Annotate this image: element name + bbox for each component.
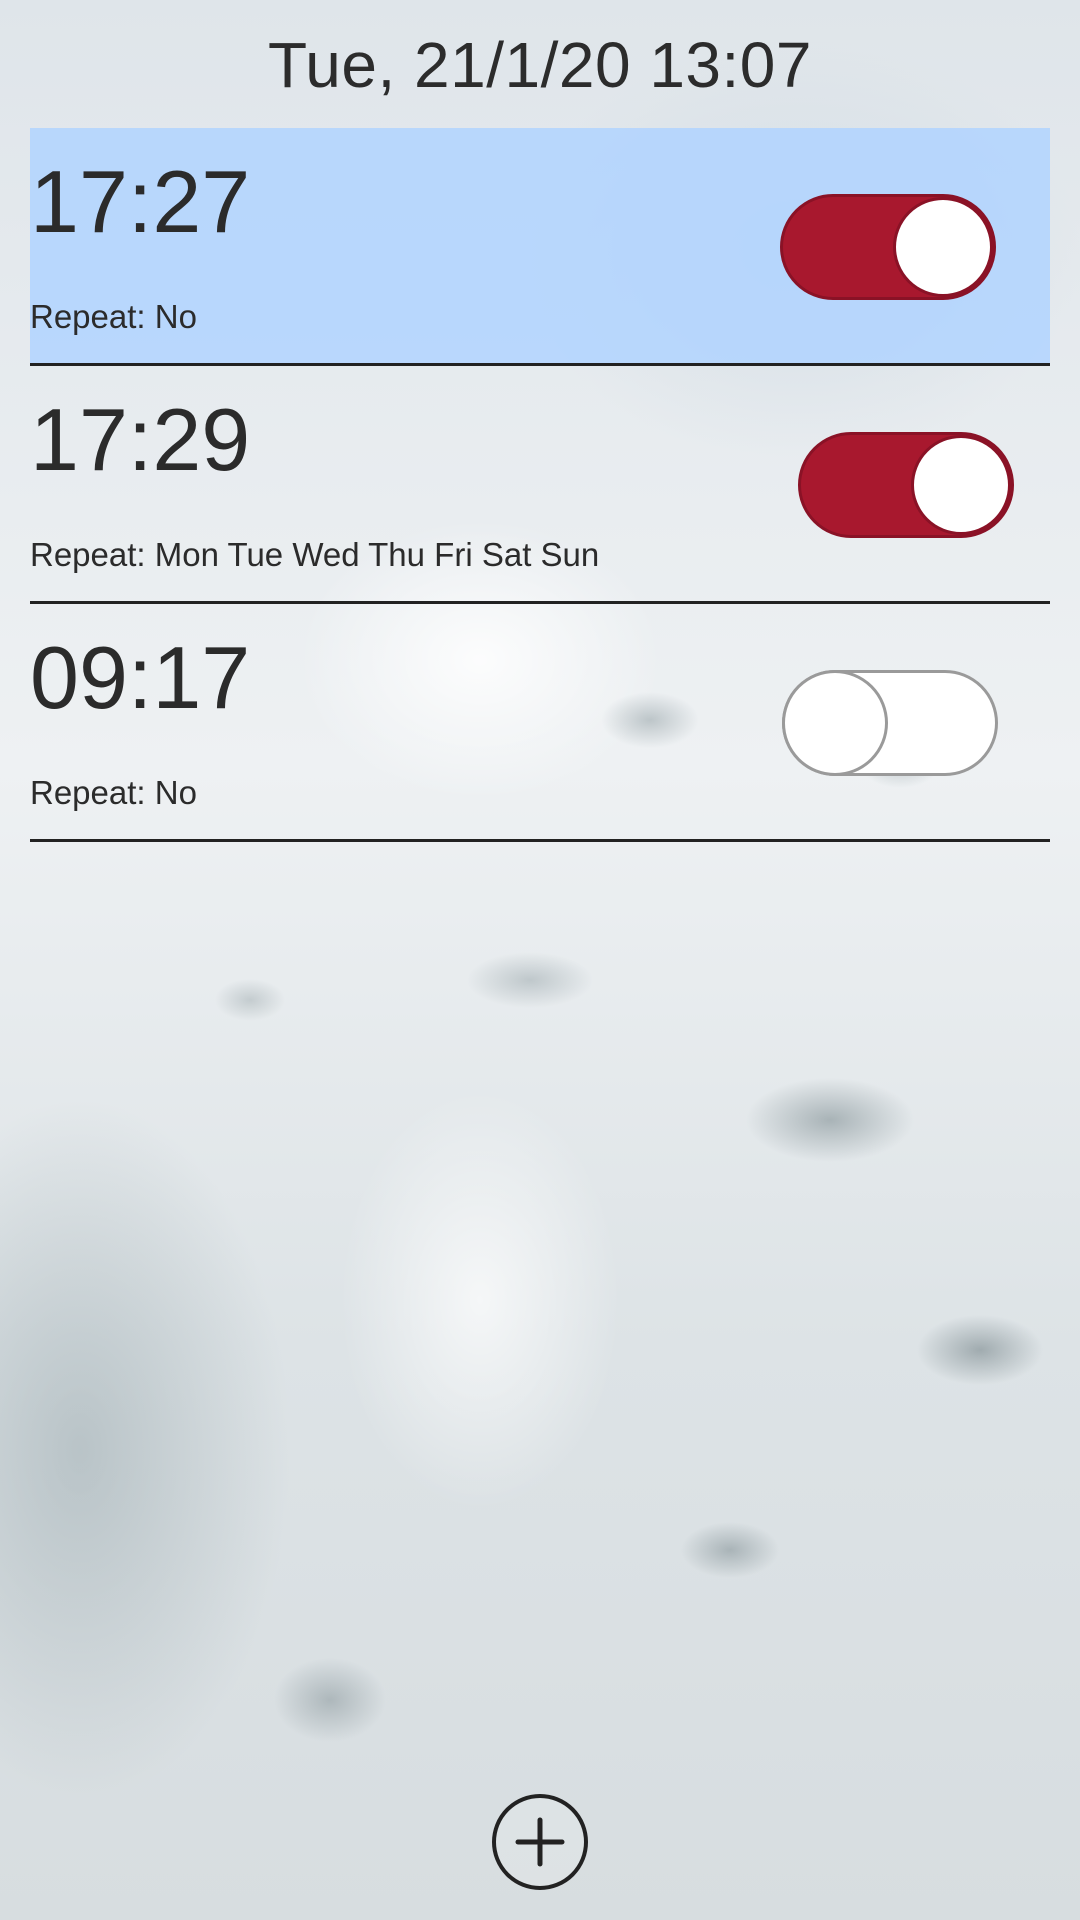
alarm-enable-toggle[interactable] xyxy=(780,194,996,300)
alarm-repeat-label: Repeat: Mon Tue Wed Thu Fri Sat Sun xyxy=(30,536,600,573)
alarm-enable-toggle[interactable] xyxy=(798,432,1014,538)
alarm-repeat-label: Repeat: No xyxy=(30,298,197,335)
plus-circle-icon xyxy=(515,1817,565,1867)
alarm-repeat-label: Repeat: No xyxy=(30,774,197,811)
alarm-enable-toggle[interactable] xyxy=(782,670,998,776)
alarm-item[interactable]: 17:27 Repeat: No xyxy=(30,128,1050,366)
toggle-knob xyxy=(893,197,993,297)
toggle-knob xyxy=(782,670,888,776)
current-datetime: Tue, 21/1/20 13:07 xyxy=(268,29,812,101)
alarm-item[interactable]: 17:29 Repeat: Mon Tue Wed Thu Fri Sat Su… xyxy=(30,366,1050,604)
alarm-list: 17:27 Repeat: No 17:29 Repeat: Mon Tue W… xyxy=(30,128,1050,842)
add-alarm-button[interactable] xyxy=(492,1794,588,1890)
alarm-time: 09:17 xyxy=(30,628,251,727)
toggle-knob xyxy=(911,435,1011,535)
alarm-time: 17:29 xyxy=(30,390,251,489)
alarm-item[interactable]: 09:17 Repeat: No xyxy=(30,604,1050,842)
alarm-time: 17:27 xyxy=(30,152,251,251)
